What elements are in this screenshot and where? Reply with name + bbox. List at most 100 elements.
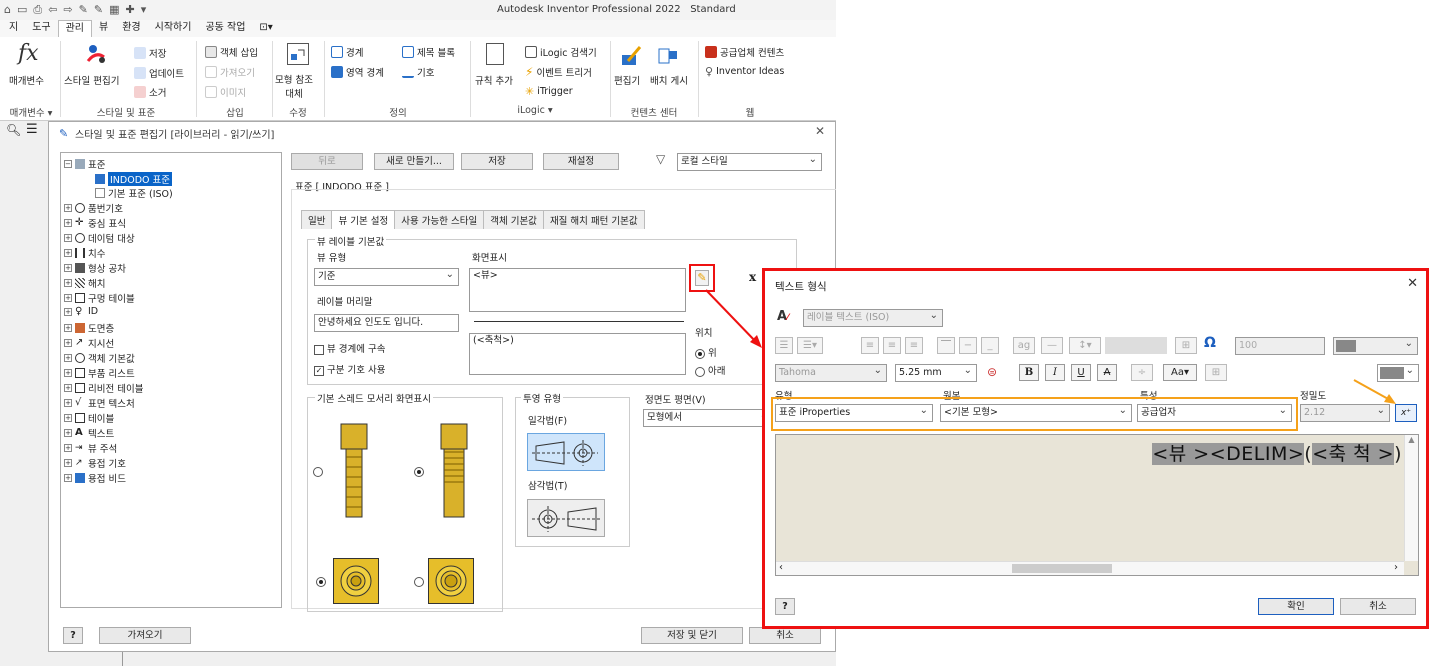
tree-item-layers[interactable]: + 도면층: [64, 321, 114, 335]
tab-collaborate[interactable]: 공동 작업: [198, 20, 252, 37]
italic-button[interactable]: I: [1045, 364, 1065, 381]
tree-item-center-mark[interactable]: + ✛ 중심 표식: [64, 216, 126, 230]
tree-item-balloon[interactable]: + 품번기호: [64, 201, 123, 215]
title-block-button[interactable]: 제목 블록: [402, 45, 455, 59]
symbol-button[interactable]: 기호: [402, 65, 434, 79]
first-angle-option[interactable]: [527, 433, 605, 471]
parameters-group-label[interactable]: 매개변수 ▾: [4, 105, 58, 119]
border-button[interactable]: 경계: [331, 45, 363, 59]
tab-manage[interactable]: 관리: [57, 20, 93, 37]
thread-option-4-radio[interactable]: [414, 577, 424, 587]
text-format-cancel-button[interactable]: 취소: [1340, 598, 1416, 615]
print-icon[interactable]: ⎙: [33, 3, 42, 17]
tree-item-standard[interactable]: − 표준: [64, 157, 105, 171]
tree-item-text[interactable]: + A 텍스트: [64, 426, 114, 440]
back-button[interactable]: 뒤로: [291, 153, 363, 170]
style-filter-select[interactable]: 로컬 스타일: [677, 152, 822, 171]
new-button[interactable]: 새로 만들기...: [374, 153, 454, 170]
search-icon[interactable]: 🔍︎: [6, 123, 21, 137]
text-editor[interactable]: <뷰 ><DELIM>(<축 척 >) ▲ ‹ ›: [775, 434, 1419, 576]
inventor-ideas-button[interactable]: ♀ Inventor Ideas: [705, 65, 784, 78]
display-field-2[interactable]: (<축척>): [469, 333, 686, 375]
thread-option-2-radio[interactable]: [414, 467, 424, 477]
replace-model-button[interactable]: 모형 참조 대체: [275, 72, 313, 100]
tree-item-table[interactable]: + 테이블: [64, 411, 114, 425]
text-style-link-icon[interactable]: ⊜: [987, 365, 997, 379]
tab-general[interactable]: 일반: [301, 210, 333, 229]
tree-item-weld-bead[interactable]: + 용접 비드: [64, 471, 126, 485]
tree-item-object-defaults[interactable]: + 객체 기본값: [64, 351, 135, 365]
thread-option-2[interactable]: [429, 422, 479, 525]
tree-item-default-standard[interactable]: 기본 표준 (ISO): [95, 186, 173, 200]
redo-icon[interactable]: ⇨: [63, 3, 72, 17]
tab-environments[interactable]: 환경: [115, 20, 147, 37]
position-below-radio[interactable]: 아래: [695, 363, 726, 377]
ilogic-group-label[interactable]: iLogic ▾: [505, 105, 565, 116]
itrigger-button[interactable]: ✳ iTrigger: [525, 85, 573, 98]
add-icon[interactable]: ✚: [125, 3, 134, 17]
tab-extra[interactable]: ⊡▾: [252, 20, 279, 37]
supplier-content-button[interactable]: 공급업체 컨텐츠: [705, 45, 784, 59]
constrain-checkbox-box[interactable]: [314, 344, 324, 355]
tree-item-view-annotation[interactable]: + ⇥ 뷰 주석: [64, 441, 117, 455]
add-rule-button[interactable]: 규칙 추가: [475, 73, 513, 87]
tree-item-revision-table[interactable]: + 리비전 테이블: [64, 381, 143, 395]
import-style-button[interactable]: 가져오기: [99, 627, 191, 644]
tree-item-datum-target[interactable]: + 데이텀 대상: [64, 231, 135, 245]
tab-view-preferences[interactable]: 뷰 기본 설정: [331, 210, 396, 229]
tree-item-id[interactable]: + ♀ ID: [64, 306, 98, 317]
style-save-button[interactable]: 저장: [134, 46, 166, 60]
new-icon[interactable]: ▭: [17, 3, 27, 17]
display-field[interactable]: <뷰>: [469, 268, 686, 312]
thread-option-1[interactable]: [329, 422, 379, 525]
ilogic-browser-button[interactable]: iLogic 검색기: [525, 45, 597, 59]
event-trigger-button[interactable]: ⚡ 이벤트 트리거: [525, 65, 592, 79]
tree-item-indodo-standard[interactable]: INDODO 표준: [95, 172, 172, 186]
thread-option-4[interactable]: [428, 558, 474, 604]
help-button[interactable]: ?: [63, 627, 83, 644]
front-plane-select[interactable]: 모형에서: [643, 408, 773, 427]
thread-option-1-radio[interactable]: [313, 467, 323, 477]
reset-button[interactable]: 재설정: [543, 153, 619, 170]
save-and-close-button[interactable]: 저장 및 닫기: [641, 627, 743, 644]
view-token[interactable]: <뷰 >: [1152, 443, 1210, 465]
font-size-select[interactable]: 5.25 mm: [895, 363, 977, 382]
tree-item-hatch[interactable]: + 해치: [64, 276, 105, 290]
batch-publish-button[interactable]: 배치 게시: [650, 73, 688, 87]
sketch2-icon[interactable]: ✎: [94, 3, 103, 17]
style-update-button[interactable]: 업데이트: [134, 66, 184, 80]
home-icon[interactable]: ⌂: [4, 3, 11, 17]
constrain-to-border-checkbox[interactable]: 뷰 경계에 구속: [314, 341, 386, 355]
scroll-left-icon[interactable]: ‹: [779, 562, 783, 573]
scroll-up-icon[interactable]: ▲: [1405, 435, 1418, 444]
use-symbol-checkbox-box[interactable]: ✓: [314, 365, 324, 376]
vertical-scrollbar[interactable]: ▲: [1404, 435, 1418, 561]
tab-material-hatch-defaults[interactable]: 재질 해치 패턴 기본값: [542, 210, 645, 229]
sketch-icon[interactable]: ✎: [79, 3, 88, 17]
style-editor-button[interactable]: 스타일 편집기: [64, 73, 119, 87]
view-type-select[interactable]: 기준: [314, 267, 459, 286]
close-icon[interactable]: ✕: [815, 124, 825, 138]
customize-icon[interactable]: ▾: [141, 3, 147, 17]
cancel-button[interactable]: 취소: [749, 627, 821, 644]
content-editor-button[interactable]: 편집기: [614, 73, 640, 87]
tree-item-hole-table[interactable]: + 구멍 테이블: [64, 291, 135, 305]
zone-border-button[interactable]: 영역 경계: [331, 65, 384, 79]
ok-button[interactable]: 확인: [1258, 598, 1334, 615]
omega-icon[interactable]: Ω: [1204, 335, 1216, 351]
tree-item-leader[interactable]: + ↗ 지시선: [64, 336, 114, 350]
tab-tools[interactable]: 도구: [25, 20, 57, 37]
add-property-button[interactable]: x⁺: [1395, 404, 1417, 422]
scroll-thumb[interactable]: [1012, 564, 1112, 573]
scale-token[interactable]: <축 척 >: [1312, 443, 1395, 465]
third-angle-option[interactable]: [527, 499, 605, 537]
close-icon[interactable]: ✕: [1407, 276, 1418, 291]
parameters-button[interactable]: 매개변수: [9, 73, 44, 87]
save-button[interactable]: 저장: [461, 153, 533, 170]
thread-option-3-radio[interactable]: [316, 577, 326, 587]
menu-icon[interactable]: ☰: [26, 122, 38, 137]
scroll-right-icon[interactable]: ›: [1394, 562, 1398, 573]
case-icon[interactable]: Aa▾: [1163, 364, 1197, 381]
tree-item-weld-symbol[interactable]: + ↗ 용접 기호: [64, 456, 126, 470]
tab-available-styles[interactable]: 사용 가능한 스타일: [394, 210, 485, 229]
